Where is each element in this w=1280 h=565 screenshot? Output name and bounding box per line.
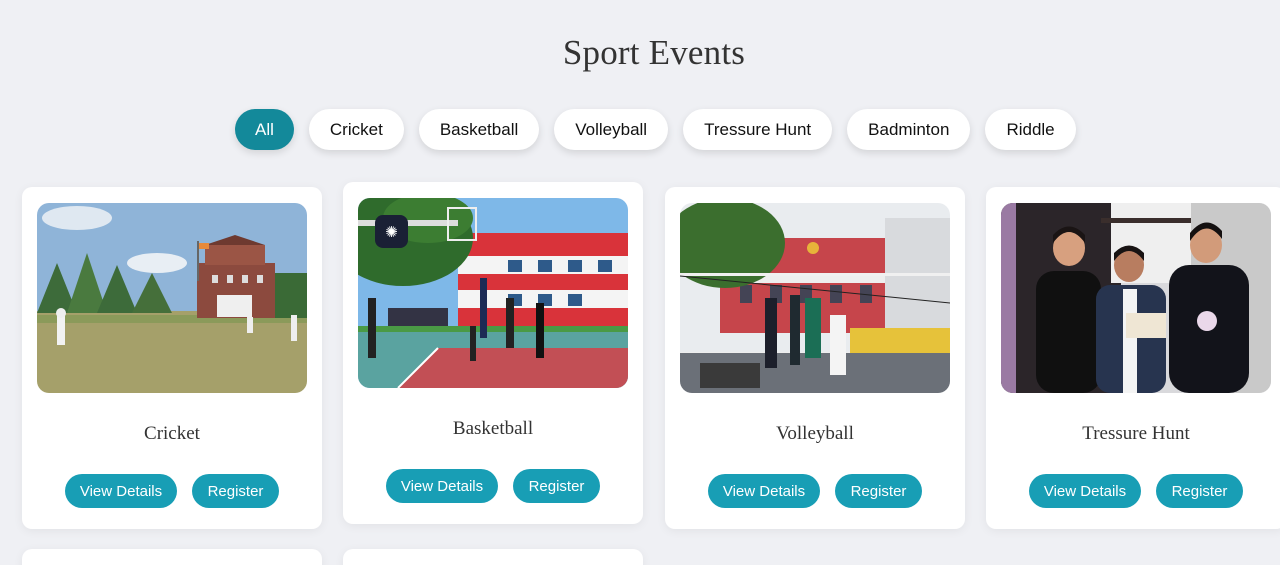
filter-basketball[interactable]: Basketball [418,109,540,150]
event-card-partial [343,549,643,565]
event-card-tressure-hunt: Tressure Hunt View Details Register [986,187,1280,529]
register-button[interactable]: Register [513,469,600,503]
register-button[interactable]: Register [835,474,922,508]
register-button[interactable]: Register [192,474,279,508]
card-title: Basketball [452,418,534,439]
tressure-hunt-image [1001,203,1271,393]
event-card-volleyball: Volleyball View Details Register [665,187,965,529]
filter-cricket[interactable]: Cricket [308,109,404,150]
volleyball-image [680,203,950,393]
card-title: Cricket [144,423,200,444]
cricket-image [37,203,307,393]
event-card-cricket: Cricket View Details Register [22,187,322,529]
view-details-button[interactable]: View Details [65,474,177,508]
card-title: Volleyball [776,423,854,444]
register-button[interactable]: Register [1156,474,1243,508]
card-title: Tressure Hunt [1082,423,1190,444]
filter-bar: All Cricket Basketball Volleyball Tressu… [235,109,1076,150]
view-details-button[interactable]: View Details [708,474,820,508]
filter-all[interactable]: All [235,109,294,150]
view-details-button[interactable]: View Details [386,469,498,503]
page-title: Sport Events [562,33,746,72]
filter-riddle[interactable]: Riddle [985,109,1076,150]
view-details-button[interactable]: View Details [1029,474,1141,508]
basketball-image: ✺ [358,198,628,388]
event-card-basketball: ✺ Basketball View Details Register [343,182,643,524]
brain-icon[interactable]: ✺ [375,215,408,248]
filter-tressure-hunt[interactable]: Tressure Hunt [683,109,833,150]
filter-badminton[interactable]: Badminton [847,109,971,150]
event-card-partial [22,549,322,565]
filter-volleyball[interactable]: Volleyball [554,109,669,150]
